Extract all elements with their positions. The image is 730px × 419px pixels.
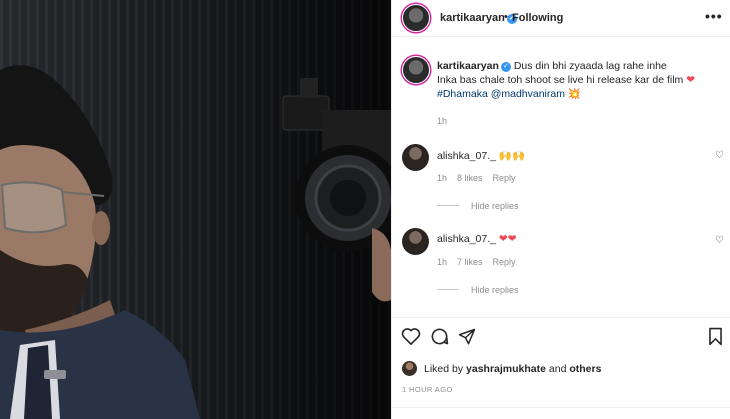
comment-time[interactable]: 1h <box>437 173 447 183</box>
comment-likes[interactable]: 8 likes <box>457 173 483 183</box>
hide-replies-button[interactable]: Hide replies <box>437 285 519 295</box>
caption-verified-badge-icon: ✓ <box>500 62 511 72</box>
liked-by-others[interactable]: others <box>569 363 601 375</box>
hide-replies-label[interactable]: Hide replies <box>471 285 519 295</box>
collision-emoji: 💥 <box>567 88 581 100</box>
post-actions-bar <box>392 317 730 357</box>
caption-line2: Inka bas chale toh shoot se live hi rele… <box>437 74 684 86</box>
caption-avatar[interactable] <box>402 56 430 84</box>
add-comment-bar[interactable] <box>392 407 730 419</box>
comment-likes[interactable]: 7 likes <box>457 257 483 267</box>
post-panel: kartikaaryan ✓ • Following ••• kartikaary… <box>391 0 730 419</box>
caption-body: kartikaaryan ✓ Dus din bhi zyaada lag rah… <box>437 59 722 101</box>
caption-time[interactable]: 1h <box>437 116 447 126</box>
liker-username[interactable]: yashrajmukhate <box>466 363 546 375</box>
comment-emoji: ❤❤ <box>498 233 517 245</box>
post-header: kartikaaryan ✓ • Following ••• <box>392 0 730 37</box>
comment-avatar[interactable] <box>402 144 429 171</box>
comment-username[interactable]: alishka_07._ <box>437 150 496 162</box>
heart-icon[interactable] <box>401 327 421 345</box>
bookmark-icon[interactable] <box>708 327 723 346</box>
more-options-icon[interactable]: ••• <box>705 8 723 24</box>
comment-avatar[interactable] <box>402 228 429 255</box>
comment-time[interactable]: 1h <box>437 257 447 267</box>
post-photo[interactable] <box>0 0 391 419</box>
comment-like-icon[interactable]: ♡ <box>715 150 724 161</box>
comment-meta: 1h 8 likes Reply <box>437 173 526 183</box>
following-button[interactable]: Following <box>512 12 563 24</box>
liker-avatar[interactable] <box>402 361 417 376</box>
replies-divider <box>437 205 459 206</box>
comment-emoji: 🙌🙌 <box>498 150 526 162</box>
hashtag-link[interactable]: #Dhamaka <box>437 88 488 100</box>
comment-text: alishka_07._ 🙌🙌 <box>437 149 525 162</box>
mention-link[interactable]: @madhvaniram <box>491 88 565 100</box>
comment-text: alishka_07._ ❤❤ <box>437 233 517 245</box>
red-heart-emoji: ❤ <box>686 74 696 86</box>
hide-replies-button[interactable]: Hide replies <box>437 201 519 211</box>
photo-scene <box>0 65 391 419</box>
hide-replies-label[interactable]: Hide replies <box>471 201 519 211</box>
author-avatar[interactable] <box>402 4 430 32</box>
comment-reply-button[interactable]: Reply <box>493 257 516 267</box>
replies-divider <box>437 289 459 290</box>
post-timestamp[interactable]: 1 HOUR AGO <box>402 385 453 394</box>
liked-by-prefix: Liked by <box>424 363 467 375</box>
comment-meta: 1h 7 likes Reply <box>437 257 526 267</box>
comment-reply-button[interactable]: Reply <box>493 173 516 183</box>
separator-dot: • <box>504 11 508 23</box>
caption-username[interactable]: kartikaaryan <box>437 60 499 72</box>
comment-username[interactable]: alishka_07._ <box>437 233 496 245</box>
liked-by-text: Liked by yashrajmukhate and others <box>424 363 601 375</box>
comment-like-icon[interactable]: ♡ <box>715 235 724 246</box>
share-icon[interactable] <box>458 328 476 346</box>
comment-icon[interactable] <box>430 327 449 346</box>
caption-line1: Dus din bhi zyaada lag rahe inhe <box>513 60 667 72</box>
liked-by-middle: and <box>546 363 570 375</box>
author-username-text[interactable]: kartikaaryan <box>440 12 505 24</box>
